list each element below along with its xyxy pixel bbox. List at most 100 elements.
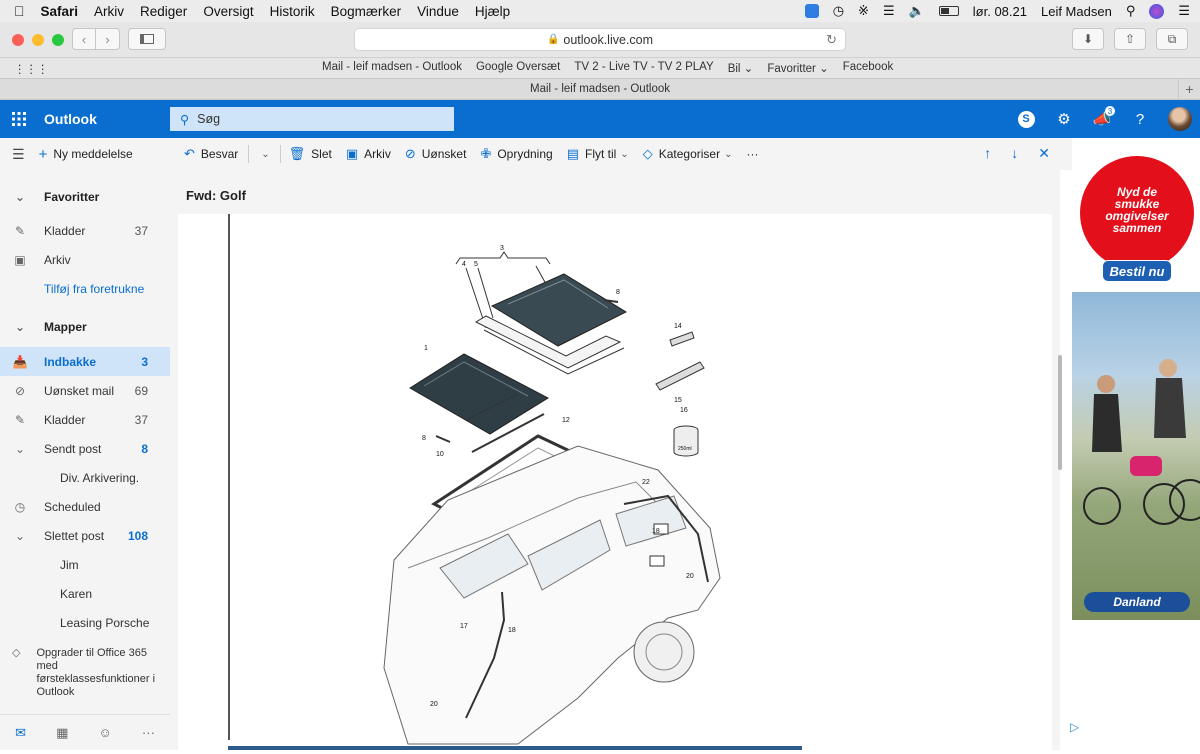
close-icon[interactable]: ✕	[1038, 145, 1050, 162]
diagram-callout: 16	[680, 407, 688, 414]
next-message-arrow-icon[interactable]: ↓	[1011, 145, 1018, 162]
bluetooth-icon[interactable]: ※	[858, 3, 869, 19]
siri-icon[interactable]	[1149, 3, 1165, 19]
outlook-brand[interactable]: Outlook	[44, 111, 97, 127]
avatar[interactable]	[1168, 107, 1192, 131]
app-launcher-icon[interactable]	[12, 112, 26, 126]
chevron-down-icon: ⌄	[14, 189, 26, 204]
categorize-button[interactable]: ◇ Kategoriser ⌄	[643, 146, 733, 162]
bookmark-item[interactable]: Google Oversæt	[476, 61, 560, 75]
chevron-down-icon[interactable]: ⌄	[12, 442, 28, 456]
diagram-callout: 22	[642, 479, 650, 486]
sidebar-toggle-button[interactable]	[128, 28, 166, 50]
ad-logo: Danland	[1084, 592, 1190, 612]
menu-item-view[interactable]: Oversigt	[203, 4, 253, 19]
tabs-overview-button[interactable]: ⧉	[1156, 28, 1188, 50]
address-bar[interactable]: 🔒 outlook.live.com ↻	[354, 28, 846, 51]
time-machine-icon[interactable]: ◷	[833, 3, 844, 19]
downloads-button[interactable]: ⬇	[1072, 28, 1104, 50]
menu-item-bookmarks[interactable]: Bogmærker	[331, 4, 402, 19]
add-favorite-link[interactable]: Tilføj fra foretrukne	[0, 274, 170, 303]
folders-header[interactable]: ⌄ Mapper	[0, 312, 170, 341]
folder-deleted[interactable]: ⌄ Slettet post 108	[0, 521, 170, 550]
trash-icon: 🗑	[288, 146, 306, 161]
close-window-button[interactable]	[12, 34, 24, 46]
menu-item-history[interactable]: Historik	[270, 4, 315, 19]
active-tab-title[interactable]: Mail - leif madsen - Outlook	[530, 83, 670, 95]
battery-icon[interactable]	[938, 6, 959, 16]
delete-button[interactable]: 🗑 Slet	[289, 146, 332, 162]
menu-item-file[interactable]: Arkiv	[94, 4, 124, 19]
folder-junk[interactable]: ⊘ Uønsket mail 69	[0, 376, 170, 405]
volume-icon[interactable]: 🔈	[909, 3, 925, 19]
skype-icon[interactable]: S	[1016, 108, 1036, 130]
upgrade-office-link[interactable]: ◇ Opgrader til Office 365 med førsteklas…	[12, 647, 162, 699]
folder-sent-subfolder[interactable]: Div. Arkivering.	[0, 463, 170, 492]
chevron-down-icon: ⌄	[14, 319, 26, 334]
junk-button[interactable]: ⊘ Uønsket	[405, 146, 467, 162]
forward-button[interactable]: ›	[96, 28, 120, 50]
archive-icon: ▣	[14, 252, 26, 267]
more-actions-button[interactable]: ···	[747, 147, 759, 161]
bookmark-folder[interactable]: Bil ⌄	[728, 61, 754, 75]
menu-user[interactable]: Leif Madsen	[1041, 4, 1112, 19]
reading-pane-scrollbar[interactable]	[1058, 355, 1062, 470]
menu-item-edit[interactable]: Rediger	[140, 4, 187, 19]
parts-diagram-image: 3 4 5 8 1 14 15 16 8 10 12 22 18 20 17 1…	[383, 245, 721, 745]
folder-sent[interactable]: ⌄ Sendt post 8	[0, 434, 170, 463]
favorites-header[interactable]: ⌄ Favoritter	[0, 182, 170, 211]
notification-center-icon[interactable]: ☰	[1178, 3, 1190, 19]
wifi-icon[interactable]: ☰	[883, 3, 895, 19]
zoom-window-button[interactable]	[52, 34, 64, 46]
bookmark-folder[interactable]: Favoritter ⌄	[767, 61, 828, 75]
share-button[interactable]: ⇧	[1114, 28, 1146, 50]
new-tab-button[interactable]: +	[1178, 79, 1200, 99]
folder-deleted-subfolder-karen[interactable]: Karen	[0, 579, 170, 608]
menu-item-help[interactable]: Hjælp	[475, 4, 510, 19]
help-icon[interactable]: ?	[1130, 108, 1150, 130]
reload-icon[interactable]: ↻	[826, 32, 837, 48]
folder-deleted-subfolder-leasing[interactable]: Leasing Porsche	[0, 608, 170, 637]
whats-new-icon[interactable]: 📣 3	[1092, 106, 1115, 130]
hamburger-menu-icon[interactable]: ☰	[12, 146, 25, 163]
ad-headline-circle: Nyd de smukke omgivelser sammen	[1080, 156, 1194, 270]
chevron-down-icon[interactable]: ⌄	[12, 529, 28, 543]
status-app-icon[interactable]	[804, 4, 819, 18]
folder-drafts[interactable]: ✎ Kladder 37	[0, 405, 170, 434]
folder-scheduled[interactable]: ◷ Scheduled	[0, 492, 170, 521]
reply-options-dropdown[interactable]: ⌄	[257, 149, 269, 160]
mail-icon[interactable]: ✉	[15, 725, 26, 741]
menu-app-name[interactable]: Safari	[41, 4, 79, 19]
people-icon[interactable]: ☺	[99, 725, 112, 740]
archive-button[interactable]: ▣ Arkiv	[346, 146, 391, 162]
ad-cta-button[interactable]: Bestil nu	[1102, 260, 1172, 282]
folder-deleted-subfolder-jim[interactable]: Jim	[0, 550, 170, 579]
chevron-left-icon: ‹	[81, 31, 87, 47]
folder-inbox[interactable]: 📥 Indbakke 3	[0, 347, 170, 376]
sweep-button[interactable]: ✙ Oprydning	[480, 146, 552, 162]
folder-move-icon: ▤	[566, 146, 579, 161]
search-box[interactable]: ⚲ Søg	[170, 107, 454, 131]
minimize-window-button[interactable]	[32, 34, 44, 46]
advertisement-banner[interactable]: Nyd de smukke omgivelser sammen Bestil n…	[1072, 142, 1200, 620]
bookmark-item[interactable]: Facebook	[843, 61, 894, 75]
settings-gear-icon[interactable]: ⚙	[1054, 108, 1074, 130]
favorite-archive[interactable]: ▣ Arkiv	[0, 245, 170, 274]
top-sites-grid-icon[interactable]: ⋮⋮⋮	[14, 62, 49, 76]
previous-message-arrow-icon[interactable]: ↑	[984, 145, 991, 162]
apple-icon[interactable]: 	[14, 3, 25, 19]
calendar-icon[interactable]: ▦	[56, 725, 68, 741]
menu-clock[interactable]: lør. 08.21	[973, 4, 1027, 19]
bookmark-item[interactable]: Mail - leif madsen - Outlook	[322, 61, 462, 75]
reply-button[interactable]: ↶ Besvar	[184, 146, 238, 162]
move-to-button[interactable]: ▤ Flyt til ⌄	[567, 146, 629, 162]
back-button[interactable]: ‹	[72, 28, 96, 50]
diagram-callout: 5	[474, 261, 478, 268]
menu-item-window[interactable]: Vindue	[417, 4, 459, 19]
bookmark-item[interactable]: TV 2 - Live TV - TV 2 PLAY	[574, 61, 713, 75]
favorite-drafts[interactable]: ✎ Kladder 37	[0, 216, 170, 245]
spotlight-icon[interactable]: ⚲	[1126, 3, 1136, 19]
more-icon[interactable]: ···	[142, 725, 155, 740]
adchoices-icon[interactable]: ▷	[1070, 720, 1079, 734]
new-message-button[interactable]: Ny meddelelse	[53, 147, 132, 161]
